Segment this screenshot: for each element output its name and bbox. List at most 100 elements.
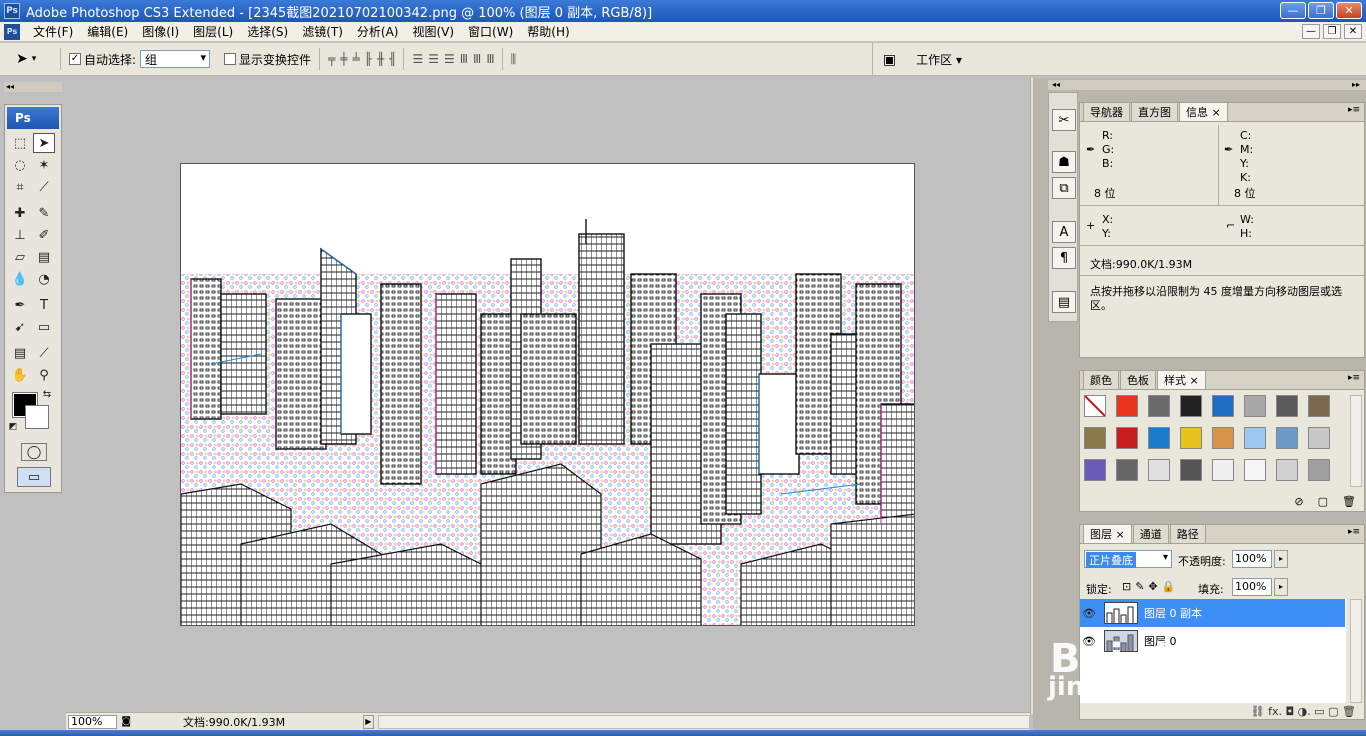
eyedropper-icon[interactable]: ✒ [1086,143,1095,156]
tab-layers[interactable]: 图层 × [1083,524,1132,543]
distribute-vcenter-icon[interactable]: ☰ [428,52,439,66]
doc-restore-button[interactable]: ❐ [1323,24,1341,39]
workspace-button[interactable]: 工作区 ▾ [916,51,962,68]
swap-colors-icon[interactable]: ⇆ [41,388,53,400]
align-hcenter-icon[interactable]: ╫ [377,52,384,66]
layer-row[interactable]: 👁 图层 0 副本 [1080,599,1345,627]
style-swatch-none[interactable] [1084,395,1106,417]
layers-footer-icons[interactable]: ⛓ fx. ◘ ◑. ▭ ▢ 🗑 [1080,703,1364,719]
align-left-icon[interactable]: ╟ [365,52,372,66]
menu-layer[interactable]: 图层(L) [186,23,240,40]
character-icon[interactable]: A [1052,221,1076,243]
crop-tool-icon[interactable]: ⌗ [9,177,31,197]
style-swatch[interactable] [1116,427,1138,449]
layers-scrollbar[interactable] [1350,599,1362,703]
menu-image[interactable]: 图像(I) [135,23,186,40]
lasso-tool-icon[interactable]: ◌ [9,155,31,175]
paragraph-icon[interactable]: ¶ [1052,247,1076,269]
panel-menu-icon[interactable]: ▸≡ [1348,373,1360,383]
brushes-icon[interactable]: ☗ [1052,151,1076,173]
style-swatch[interactable] [1276,459,1298,481]
menu-select[interactable]: 选择(S) [240,23,295,40]
align-bottom-icon[interactable]: ╧ [353,52,360,66]
tab-channels[interactable]: 通道 [1132,524,1169,543]
tab-navigator[interactable]: 导航器 [1083,102,1130,121]
distribute-right-icon[interactable]: Ⅲ [486,52,494,66]
menu-help[interactable]: 帮助(H) [520,23,576,40]
align-right-icon[interactable]: ╢ [389,52,396,66]
style-swatch[interactable] [1276,395,1298,417]
style-swatch[interactable] [1180,395,1202,417]
type-tool-icon[interactable]: T [33,295,55,315]
quick-mask-icon[interactable]: ◯ [21,443,47,461]
menu-filter[interactable]: 滤镜(T) [295,23,350,40]
align-top-icon[interactable]: ╤ [328,52,335,66]
tool-presets-icon[interactable]: ✂ [1052,109,1076,131]
panel-menu-icon[interactable]: ▸≡ [1348,105,1360,115]
zoom-tool-icon[interactable]: ⚲ [33,365,55,385]
fill-input[interactable]: 100% [1232,578,1272,596]
close-button[interactable]: ✕ [1336,2,1362,19]
blur-tool-icon[interactable]: 💧 [9,269,31,289]
lock-icons[interactable]: ⊡✎✥🔒 [1122,580,1179,593]
gradient-tool-icon[interactable]: ▤ [33,247,55,267]
style-swatch[interactable] [1308,395,1330,417]
hand-tool-icon[interactable]: ✋ [9,365,31,385]
style-swatch[interactable] [1244,459,1266,481]
opacity-slider-arrow-icon[interactable]: ▸ [1274,550,1288,568]
styles-scrollbar[interactable] [1350,395,1362,487]
menu-edit[interactable]: 编辑(E) [80,23,135,40]
dodge-tool-icon[interactable]: ◔ [33,269,55,289]
new-style-icon[interactable]: ▢ [1318,495,1328,508]
panels-collapse-icon[interactable]: ▸▸ [1078,80,1366,90]
eyedropper-cmyk-icon[interactable]: ✒ [1224,143,1233,156]
style-swatch[interactable] [1180,459,1202,481]
menu-analysis[interactable]: 分析(A) [350,23,406,40]
menu-view[interactable]: 视图(V) [405,23,461,40]
style-swatch[interactable] [1212,427,1234,449]
layer-name[interactable]: 图层 0 副本 [1144,605,1202,621]
distribute-hcenter-icon[interactable]: Ⅲ [473,52,481,66]
menu-file[interactable]: 文件(F) [26,23,80,40]
marquee-tool-icon[interactable]: ⬚ [9,133,31,153]
rectangle-tool-icon[interactable]: ▭ [33,317,55,337]
style-swatch[interactable] [1116,395,1138,417]
tab-styles[interactable]: 样式 × [1157,370,1206,389]
bridge-icon[interactable]: ▣ [883,52,896,68]
screen-mode-icon[interactable]: ▭ [17,467,51,487]
style-swatch[interactable] [1244,427,1266,449]
magic-wand-tool-icon[interactable]: ✶ [33,155,55,175]
style-swatch[interactable] [1212,459,1234,481]
auto-align-icon[interactable]: ⫼ [511,52,516,67]
layer-comps-icon[interactable]: ▤ [1052,291,1076,313]
healing-brush-tool-icon[interactable]: ✚ [9,203,31,223]
auto-select-checkbox[interactable]: ✓ [69,53,81,65]
clear-style-icon[interactable]: ⊘ [1294,495,1303,508]
notes-tool-icon[interactable]: ▤ [9,343,31,363]
distribute-bottom-icon[interactable]: ☰ [444,52,455,66]
horizontal-scrollbar[interactable] [378,714,1030,729]
background-color-swatch[interactable] [25,405,49,429]
distribute-left-icon[interactable]: Ⅲ [460,52,468,66]
move-tool-preset[interactable]: ➤ ▾ [16,51,52,67]
clone-source-icon[interactable]: ⧉ [1052,177,1076,199]
style-swatch[interactable] [1180,427,1202,449]
status-menu-arrow-icon[interactable]: ▶ [362,714,374,729]
default-colors-icon[interactable]: ◩ [7,421,19,433]
style-swatch[interactable] [1212,395,1234,417]
tab-info[interactable]: 信息 × [1179,102,1228,121]
minimize-button[interactable]: — [1280,2,1306,19]
tab-swatches[interactable]: 色板 [1120,370,1156,389]
tab-color[interactable]: 颜色 [1083,370,1119,389]
doc-close-button[interactable]: ✕ [1344,24,1362,39]
image-canvas[interactable] [180,163,915,626]
delete-style-icon[interactable]: 🗑 [1342,495,1356,508]
show-transform-checkbox[interactable] [224,53,237,65]
blend-mode-dropdown[interactable]: 正片叠底 [1086,552,1136,568]
clone-stamp-tool-icon[interactable]: ⊥ [9,225,31,245]
tab-paths[interactable]: 路径 [1169,524,1206,543]
style-swatch[interactable] [1148,427,1170,449]
tab-histogram[interactable]: 直方图 [1131,102,1178,121]
dock-collapse-icon[interactable]: ◂◂ [1048,80,1078,90]
move-tool-icon[interactable]: ➤ [33,133,55,153]
